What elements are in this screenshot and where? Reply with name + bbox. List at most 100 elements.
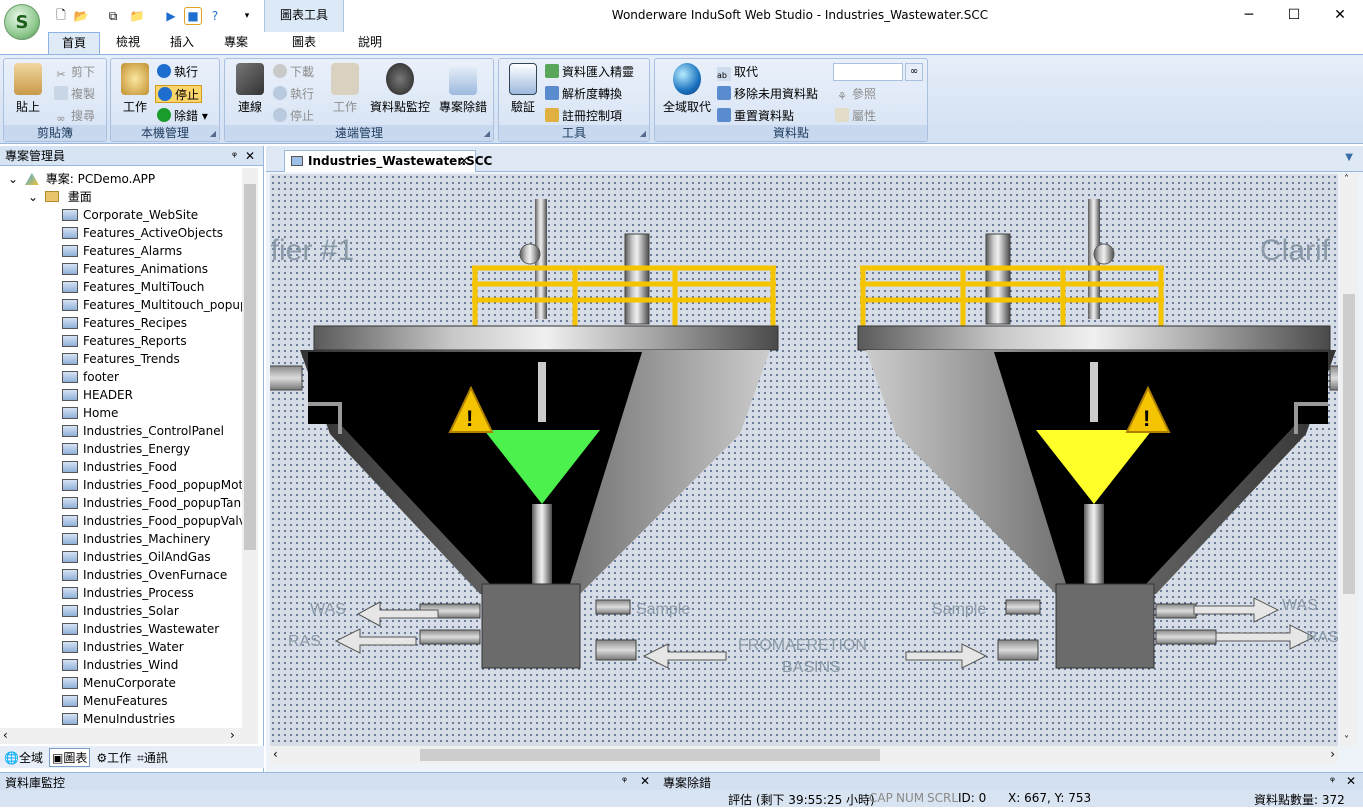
- tab-graphics[interactable]: ▣圖表: [48, 747, 91, 767]
- application-menu-button[interactable]: S: [4, 4, 40, 40]
- tree-item-screen[interactable]: Industries_Machinery: [62, 530, 211, 548]
- scroll-left-icon[interactable]: ‹: [3, 728, 8, 742]
- tree-item-screen[interactable]: Home: [62, 404, 118, 422]
- tree-item-screen[interactable]: Industries_OvenFurnace: [62, 566, 227, 584]
- remote-work-button[interactable]: 工作: [327, 63, 363, 115]
- tab-home[interactable]: 首頁: [48, 32, 100, 54]
- local-stop-button[interactable]: 停止: [155, 85, 203, 103]
- tab-project[interactable]: 專案: [212, 32, 260, 54]
- tree-item-screen[interactable]: MenuCorporate: [62, 674, 176, 692]
- tree-item-screen[interactable]: Industries_OilAndGas: [62, 548, 211, 566]
- tab-comm[interactable]: ⌗通訊: [137, 749, 168, 766]
- scroll-thumb[interactable]: [420, 749, 880, 761]
- project-tree[interactable]: ⌄ 專案: PCDemo.APP ⌄ 畫面 Corporate_WebSite F…: [0, 168, 242, 728]
- replace-button[interactable]: ab 取代: [717, 63, 758, 81]
- import-wizard-button[interactable]: 資料匯入精靈: [545, 63, 634, 81]
- connect-button[interactable]: 連線: [231, 63, 269, 115]
- open-folder-icon[interactable]: 📂: [72, 7, 90, 25]
- canvas-vertical-scrollbar[interactable]: ˄ ˅: [1340, 174, 1358, 746]
- tree-item-screen[interactable]: footer: [62, 368, 119, 386]
- tree-item-screen[interactable]: Features_Multitouch_popup: [62, 296, 242, 314]
- scroll-right-icon[interactable]: ›: [1330, 747, 1335, 761]
- reference-button[interactable]: ⚘ 參照: [835, 85, 876, 103]
- cut-button[interactable]: ✂ 剪下: [54, 63, 95, 81]
- tree-item-screen[interactable]: Features_Alarms: [62, 242, 182, 260]
- remote-stop-button[interactable]: 停止: [273, 107, 314, 125]
- pin-icon[interactable]: ᵠ: [1330, 774, 1335, 788]
- download-button[interactable]: 下載: [273, 63, 314, 81]
- close-icon[interactable]: ✕: [459, 151, 469, 171]
- stop-icon[interactable]: ■: [184, 7, 202, 25]
- document-tab-wastewater[interactable]: Industries_Wastewater.SCC ✕: [284, 150, 492, 172]
- binoculars-icon[interactable]: ∞: [905, 63, 923, 81]
- tree-root[interactable]: ⌄ 專案: PCDemo.APP: [8, 170, 155, 188]
- scroll-down-icon[interactable]: ˅: [1344, 735, 1349, 746]
- resolution-convert-button[interactable]: 解析度轉換: [545, 85, 622, 103]
- tree-item-screen[interactable]: Features_Recipes: [62, 314, 187, 332]
- maximize-icon[interactable]: ☐: [1279, 4, 1309, 26]
- tab-help[interactable]: 說明: [346, 32, 394, 54]
- scroll-up-icon[interactable]: ˄: [1344, 174, 1349, 185]
- collapse-chevron-icon[interactable]: ⌄: [8, 172, 18, 186]
- dialog-launcher-icon[interactable]: ◢: [640, 129, 646, 138]
- pin-icon[interactable]: ᵠ: [622, 774, 627, 788]
- tree-item-screen[interactable]: Features_Trends: [62, 350, 180, 368]
- global-replace-button[interactable]: 全域取代: [659, 63, 715, 115]
- project-debug-button[interactable]: 專案除錯: [435, 63, 491, 115]
- tree-item-screen[interactable]: Industries_Wind: [62, 656, 178, 674]
- remove-unused-tags-button[interactable]: 移除未用資料點: [717, 85, 818, 103]
- tree-item-screen[interactable]: Industries_Food: [62, 458, 177, 476]
- tag-search-input[interactable]: [833, 63, 903, 81]
- clarifier-left[interactable]: ifier #1 ! WAS RAS Sample: [270, 199, 779, 669]
- register-controls-button[interactable]: 註冊控制項: [545, 107, 622, 125]
- tree-item-screen[interactable]: Industries_Water: [62, 638, 184, 656]
- scroll-left-icon[interactable]: ‹: [273, 747, 278, 761]
- tree-vertical-scrollbar[interactable]: [242, 168, 258, 728]
- close-icon[interactable]: ✕: [1325, 4, 1355, 26]
- tree-item-screen[interactable]: Industries_Process: [62, 584, 194, 602]
- tab-global[interactable]: 🌐全域: [4, 749, 43, 766]
- tab-graphics[interactable]: 圖表: [280, 32, 328, 54]
- project-debug-tab[interactable]: 專案除錯: [663, 774, 711, 791]
- tree-item-screen[interactable]: Features_ActiveObjects: [62, 224, 223, 242]
- tree-item-screen[interactable]: Corporate_WebSite: [62, 206, 198, 224]
- paste-button[interactable]: 貼上: [10, 63, 46, 115]
- copy-windows-icon[interactable]: ⧉: [104, 7, 122, 25]
- database-monitor-tab[interactable]: 資料庫監控: [5, 774, 65, 791]
- local-work-button[interactable]: 工作: [117, 63, 153, 115]
- dialog-launcher-icon[interactable]: ◢: [484, 129, 490, 138]
- tree-item-screen[interactable]: Industries_Food_popupValv: [62, 512, 242, 530]
- tree-item-screen[interactable]: Features_Reports: [62, 332, 187, 350]
- close-icon[interactable]: ✕: [1346, 774, 1356, 788]
- tree-item-screen[interactable]: Industries_ControlPanel: [62, 422, 224, 440]
- copy-button[interactable]: 複製: [54, 85, 95, 103]
- tree-item-screen[interactable]: MenuIndustries: [62, 710, 175, 728]
- dialog-launcher-icon[interactable]: ◢: [210, 129, 216, 138]
- tree-item-screen[interactable]: MenuFeatures: [62, 692, 168, 710]
- scroll-thumb[interactable]: [1343, 294, 1355, 594]
- help-icon[interactable]: ?: [206, 7, 224, 25]
- tree-item-screen[interactable]: HEADER: [62, 386, 133, 404]
- tag-monitor-button[interactable]: 資料點監控: [367, 63, 433, 115]
- customize-qat-icon[interactable]: ▾: [238, 7, 256, 25]
- close-icon[interactable]: ✕: [245, 146, 255, 166]
- local-run-button[interactable]: 執行: [157, 63, 198, 81]
- tab-view[interactable]: 檢視: [104, 32, 152, 54]
- tree-item-screen[interactable]: Industries_Food_popupMot: [62, 476, 242, 494]
- close-icon[interactable]: ✕: [640, 774, 650, 788]
- tree-item-screen[interactable]: Features_Animations: [62, 260, 208, 278]
- new-icon[interactable]: 🗋: [52, 7, 70, 25]
- pin-icon[interactable]: ᵠ: [232, 146, 237, 166]
- tree-folder-screens[interactable]: ⌄ 畫面: [28, 188, 92, 206]
- tree-item-screen[interactable]: Features_MultiTouch: [62, 278, 204, 296]
- scroll-thumb[interactable]: [244, 184, 256, 550]
- canvas-horizontal-scrollbar[interactable]: ‹ ›: [270, 746, 1338, 764]
- verify-button[interactable]: 驗証: [505, 63, 541, 115]
- clarifier-right[interactable]: Clarif ! Sample WAS RAS: [857, 199, 1338, 669]
- find-button[interactable]: ∞ 搜尋: [54, 107, 95, 125]
- tree-item-screen[interactable]: Industries_Solar: [62, 602, 179, 620]
- tab-insert[interactable]: 插入: [158, 32, 206, 54]
- local-debug-button[interactable]: 除錯 ▾: [157, 107, 208, 125]
- collapse-chevron-icon[interactable]: ⌄: [28, 190, 38, 204]
- tree-item-screen[interactable]: Industries_Wastewater: [62, 620, 219, 638]
